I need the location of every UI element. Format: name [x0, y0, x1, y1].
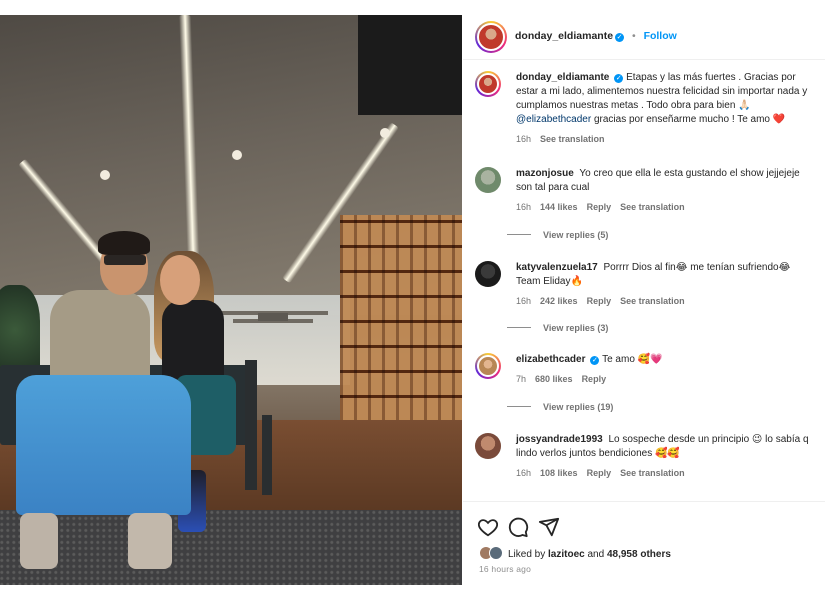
share-icon[interactable] [538, 516, 560, 538]
comment-username[interactable]: mazonjosue [516, 168, 574, 179]
caption-text-2: gracias por enseñarme mucho ! Te amo ❤️ [591, 114, 786, 125]
reply-button[interactable]: Reply [582, 374, 607, 384]
caption-username[interactable]: donday_eldiamante [516, 72, 609, 83]
comments-list[interactable]: donday_eldiamante ✓ Etapas y las más fuer… [463, 61, 825, 501]
comment-meta: 7h 680 likes Reply [516, 372, 816, 386]
liked-by-line[interactable]: Liked by lazitoec and 48,958 others [479, 546, 671, 560]
verified-badge-icon: ✓ [615, 33, 625, 42]
carpet [0, 510, 462, 585]
post-time: 16 hours ago [479, 564, 532, 574]
bench-leg [262, 415, 272, 495]
comment-time: 16h [516, 468, 532, 478]
caption-meta: 16h See translation [516, 132, 816, 146]
view-replies-button[interactable]: View replies (3) [507, 323, 608, 333]
commenter-avatar[interactable] [475, 261, 501, 287]
ceiling-screen [358, 15, 462, 115]
liker-avatars [479, 546, 505, 560]
comment-time: 7h [516, 374, 527, 384]
see-translation-link[interactable]: See translation [620, 296, 685, 306]
header-line: donday_eldiamante ✓ • Follow [515, 30, 677, 42]
wooden-shelf [340, 215, 462, 445]
author-avatar[interactable] [475, 21, 507, 53]
see-translation-link[interactable]: See translation [620, 202, 685, 212]
comment-username[interactable]: jossyandrade1993 [516, 434, 603, 445]
comment-username[interactable]: elizabethcader [516, 354, 585, 365]
commenter-avatar[interactable] [475, 433, 501, 459]
reply-button[interactable]: Reply [587, 296, 612, 306]
man-jeans [16, 375, 191, 515]
view-replies-label: View replies (19) [543, 402, 614, 412]
reply-button[interactable]: Reply [587, 468, 612, 478]
bench-leg [245, 360, 257, 490]
comment-text: Te amo 🥰💗 [602, 354, 663, 365]
spot-light [380, 128, 390, 138]
comment-likes[interactable]: 144 likes [540, 202, 578, 212]
comment-likes[interactable]: 108 likes [540, 468, 578, 478]
spot-light [100, 170, 110, 180]
caption-time: 16h [516, 134, 532, 144]
replies-line [507, 234, 531, 235]
view-replies-label: View replies (5) [543, 230, 609, 240]
sunglasses [104, 255, 146, 265]
comment-time: 16h [516, 296, 532, 306]
commenter-avatar[interactable] [475, 353, 501, 379]
separator-dot: • [631, 30, 636, 42]
post-header: donday_eldiamante ✓ • Follow [463, 15, 825, 60]
plant [0, 285, 40, 375]
verified-badge-icon: ✓ [614, 74, 624, 83]
comment-meta: 16h 144 likes Reply See translation [516, 200, 816, 214]
caption-mention[interactable]: @elizabethcader [516, 114, 591, 125]
post-actions: Liked by lazitoec and 48,958 others 16 h… [463, 501, 825, 585]
comment-meta: 16h 242 likes Reply See translation [516, 294, 816, 308]
man-sneaker [20, 513, 58, 569]
liked-by-user[interactable]: lazitoec [548, 549, 585, 560]
follow-button[interactable]: Follow [644, 30, 677, 42]
man-hair [98, 231, 150, 255]
post-panel: donday_eldiamante ✓ • Follow donday_eldia… [463, 15, 825, 585]
view-replies-label: View replies (3) [543, 323, 609, 333]
comment-likes[interactable]: 242 likes [540, 296, 578, 306]
post-photo[interactable] [0, 15, 462, 585]
verified-badge-icon: ✓ [590, 356, 600, 365]
liked-by-others[interactable]: 48,958 others [607, 549, 671, 560]
view-replies-button[interactable]: View replies (5) [507, 230, 608, 240]
man-sneaker [128, 513, 172, 569]
comment-icon[interactable] [507, 516, 529, 538]
liked-by-prefix: Liked by [508, 549, 549, 560]
comment-meta: 16h 108 likes Reply See translation [516, 466, 816, 480]
comment-likes[interactable]: 680 likes [535, 374, 573, 384]
view-replies-button[interactable]: View replies (19) [507, 402, 613, 412]
see-translation-link[interactable]: See translation [540, 134, 605, 144]
comment-time: 16h [516, 202, 532, 212]
replies-line [507, 406, 531, 407]
model-plane [218, 311, 328, 323]
replies-line [507, 327, 531, 328]
commenter-avatar[interactable] [475, 167, 501, 193]
caption-author-avatar[interactable] [475, 71, 501, 97]
reply-button[interactable]: Reply [587, 202, 612, 212]
heart-icon[interactable] [477, 516, 499, 538]
see-translation-link[interactable]: See translation [620, 468, 685, 478]
comment-username[interactable]: katyvalenzuela17 [516, 262, 598, 273]
liked-by-and: and [584, 549, 607, 560]
woman-face [160, 255, 200, 305]
author-username[interactable]: donday_eldiamante [515, 30, 613, 42]
spot-light [232, 150, 242, 160]
